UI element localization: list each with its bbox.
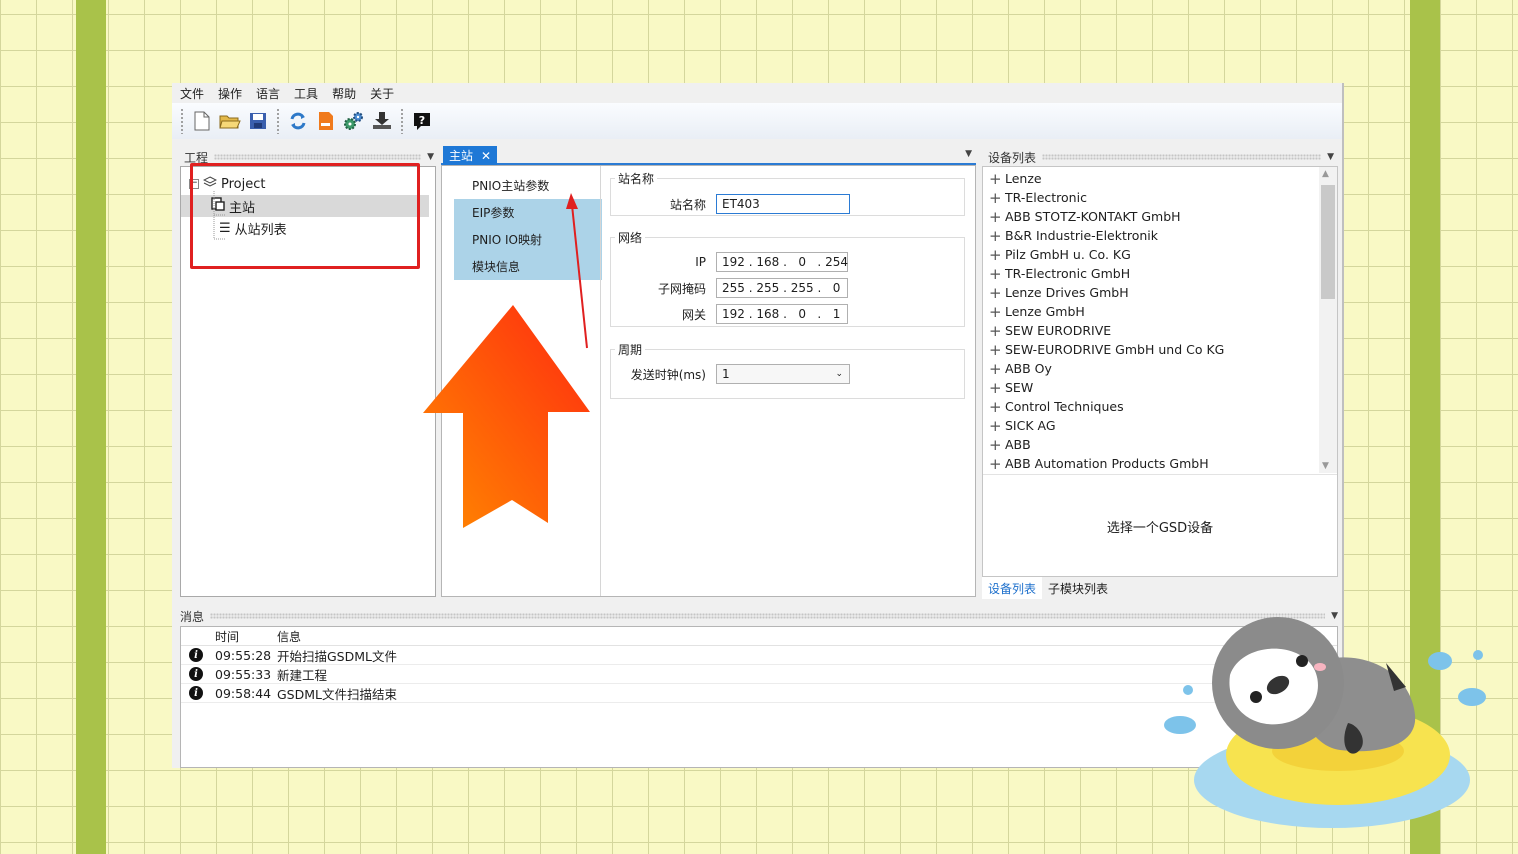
penguin-sticker — [1164, 617, 1486, 828]
big-up-arrow — [423, 305, 590, 528]
pointer-line — [571, 204, 588, 349]
pointer-head — [566, 193, 578, 209]
